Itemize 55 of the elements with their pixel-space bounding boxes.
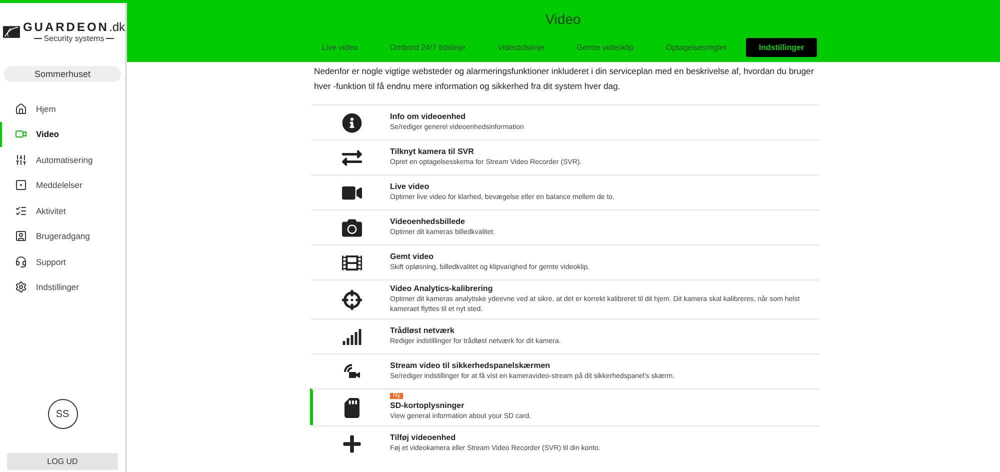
activity-icon — [15, 204, 27, 217]
home-icon — [15, 102, 27, 115]
page-title: Video — [545, 11, 581, 29]
arrows-icon — [342, 148, 362, 168]
user-badge-icon — [15, 230, 27, 242]
crosshair-icon — [342, 290, 362, 310]
tab[interactable]: Gemte videoklip — [564, 38, 647, 57]
row-title: Gemt video — [390, 252, 435, 261]
tab[interactable]: Ombord 24/7 tidslinje — [376, 38, 478, 57]
film-icon — [342, 252, 362, 272]
row-title: Info om videoenhed — [390, 112, 467, 121]
tab[interactable]: Optagelsesregler — [652, 38, 740, 57]
row-title: Live video — [390, 182, 430, 191]
tab[interactable]: Live video — [308, 38, 371, 57]
sidebar-label: Brugeradgang — [36, 231, 90, 242]
sidebar-item[interactable]: Automatisering — [0, 147, 125, 172]
intro-text: Nedenfor er nogle vigtige websteder og alarmeringsfunktioner inkluderet i din serviceplan med en beskrivelse af, hvordan du bruger hver -funktion til få endnu mere information og sikkerhed fra dit system hver dag. — [313, 65, 815, 93]
sd-card-icon — [342, 398, 362, 418]
settings-icon — [15, 281, 27, 294]
tab[interactable]: Indstillinger — [746, 38, 818, 57]
info-icon — [342, 112, 362, 132]
tab[interactable]: Videotidslinje — [484, 38, 558, 57]
logo-tagline: Security systems — [34, 34, 114, 43]
user-avatar[interactable]: SS — [48, 399, 78, 429]
sidebar-item[interactable]: Aktivitet — [0, 198, 125, 224]
sidebar-item[interactable]: Indstillinger — [0, 274, 125, 300]
sidebar-label: Support — [36, 256, 66, 267]
logo-name: GUARDEON.dk — [22, 20, 125, 34]
row-title: Tilføj videoenhed — [390, 433, 457, 442]
sidebar-item[interactable]: Brugeradgang — [0, 224, 125, 249]
sidebar-label: Indstillinger — [36, 282, 79, 292]
sidebar-item[interactable]: Hjem — [0, 96, 125, 122]
row-title: Video Analytics-kalibrering — [390, 284, 494, 293]
row-title: Tilknyt kamera til SVR — [390, 147, 475, 156]
video-camera-icon — [15, 128, 27, 140]
headset-icon — [15, 256, 27, 268]
sliders-icon — [15, 154, 27, 166]
logout-button[interactable]: LOG UD — [7, 453, 118, 470]
notification-icon — [15, 179, 27, 192]
row-title: SD-kortoplysninger — [390, 401, 466, 410]
sidebar-item[interactable]: Meddelelser — [0, 172, 125, 198]
row-title: Stream video til sikkerhedspanelskærmen — [390, 361, 552, 370]
signal-icon — [342, 326, 362, 346]
sidebar-label: Video — [36, 129, 59, 140]
sidebar-label: Hjem — [36, 104, 56, 114]
sidebar-item[interactable]: Video — [0, 122, 125, 147]
sidebar-label: Aktivitet — [36, 206, 66, 216]
row-title: Trådløst netværk — [390, 326, 456, 335]
location-selector[interactable]: Sommerhuset — [4, 66, 121, 82]
sidebar-label: Automatisering — [36, 154, 93, 165]
plus-icon — [342, 434, 362, 454]
row-title: Videoenhedsbillede — [390, 217, 466, 226]
sidebar-label: Meddelelser — [36, 180, 82, 190]
photo-camera-icon — [342, 218, 362, 238]
sidebar-item[interactable]: Support — [0, 249, 125, 274]
